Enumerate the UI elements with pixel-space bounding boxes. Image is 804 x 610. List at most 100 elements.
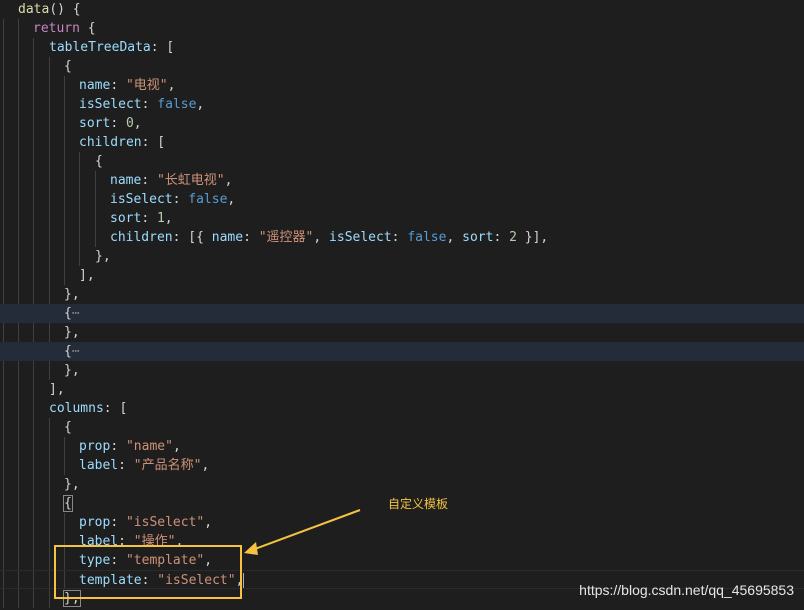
token: "isSelect" bbox=[125, 515, 205, 530]
code-line: prop: "isSelect", bbox=[0, 513, 804, 532]
token: { bbox=[64, 306, 72, 321]
token: }, bbox=[95, 249, 111, 264]
code-text: columns: [ bbox=[49, 399, 127, 418]
token: : bbox=[391, 230, 408, 245]
token: : bbox=[118, 458, 134, 473]
code-line: prop: "name", bbox=[0, 437, 804, 456]
code-line: }, bbox=[0, 323, 804, 342]
token: name bbox=[211, 230, 244, 245]
code-line: { bbox=[0, 418, 804, 437]
code-text: }, bbox=[64, 323, 80, 342]
code-text: isSelect: false, bbox=[110, 190, 235, 209]
code-text: { bbox=[64, 418, 72, 437]
token: , bbox=[227, 192, 236, 207]
token: prop bbox=[79, 439, 111, 454]
code-line: sort: 0, bbox=[0, 114, 804, 133]
token: isSelect bbox=[329, 230, 392, 245]
code-text: { bbox=[95, 152, 103, 171]
token: sort bbox=[110, 211, 142, 226]
token: false bbox=[188, 192, 228, 207]
code-line: }, bbox=[0, 361, 804, 380]
token: false bbox=[157, 97, 197, 112]
token: { bbox=[95, 154, 103, 169]
code-line: ], bbox=[0, 380, 804, 399]
code-line: return { bbox=[0, 19, 804, 38]
code-text: sort: 0, bbox=[79, 114, 142, 133]
token: children bbox=[110, 230, 173, 245]
code-text: name: "电视", bbox=[79, 76, 175, 95]
token: : bbox=[243, 230, 259, 245]
code-line: children: [{ name: "遥控器", isSelect: fals… bbox=[0, 228, 804, 247]
token: : [ bbox=[141, 135, 166, 150]
code-line: ], bbox=[0, 266, 804, 285]
code-text: name: "长虹电视", bbox=[110, 171, 232, 190]
token: ⋯ bbox=[71, 306, 80, 321]
token: sort bbox=[462, 230, 494, 245]
token: "遥控器" bbox=[258, 230, 314, 245]
token: : bbox=[493, 230, 510, 245]
token: { bbox=[64, 420, 72, 435]
token: , bbox=[164, 211, 173, 226]
token: sort bbox=[79, 116, 111, 131]
code-text: prop: "isSelect", bbox=[79, 513, 212, 532]
code-text: ], bbox=[49, 380, 65, 399]
code-text: }, bbox=[64, 361, 80, 380]
code-text: label: "产品名称", bbox=[79, 456, 209, 475]
token: , bbox=[224, 173, 233, 188]
code-line: tableTreeData: [ bbox=[0, 38, 804, 57]
annotation-label: 自定义模板 bbox=[388, 497, 449, 511]
code-text: }, bbox=[95, 247, 111, 266]
token: , bbox=[446, 230, 463, 245]
code-line: { bbox=[0, 152, 804, 171]
code-line: {⋯ bbox=[0, 342, 804, 361]
token: { bbox=[79, 21, 96, 36]
code-text: {⋯ bbox=[64, 304, 80, 323]
code-line: }, bbox=[0, 247, 804, 266]
token: : bbox=[141, 211, 157, 226]
code-editor[interactable]: data() {return {tableTreeData: [{name: "… bbox=[0, 0, 804, 610]
token: 0 bbox=[125, 116, 134, 131]
code-text: sort: 1, bbox=[110, 209, 173, 228]
token: { bbox=[64, 344, 72, 359]
token: , bbox=[204, 515, 213, 530]
code-line: {⋯ bbox=[0, 304, 804, 323]
token: , bbox=[167, 78, 176, 93]
code-line: name: "电视", bbox=[0, 76, 804, 95]
watermark-url: https://blog.csdn.net/qq_45695853 bbox=[579, 582, 794, 598]
token: , bbox=[313, 230, 330, 245]
text-cursor bbox=[243, 573, 245, 588]
code-text: prop: "name", bbox=[79, 437, 181, 456]
token: columns bbox=[49, 401, 104, 416]
token: name bbox=[110, 173, 142, 188]
token: : bbox=[141, 97, 158, 112]
token: return bbox=[33, 21, 80, 36]
token: }, bbox=[64, 287, 80, 302]
code-line: isSelect: false, bbox=[0, 190, 804, 209]
token: 2 bbox=[509, 230, 517, 245]
token: : bbox=[110, 116, 126, 131]
token: () { bbox=[49, 2, 81, 17]
highlight-box bbox=[54, 545, 242, 599]
token: , bbox=[201, 458, 210, 473]
code-text: { bbox=[63, 494, 73, 513]
token: : [ bbox=[150, 40, 175, 55]
token: "长虹电视" bbox=[156, 173, 225, 188]
token: "产品名称" bbox=[133, 458, 202, 473]
token: tableTreeData bbox=[49, 40, 151, 55]
token: }], bbox=[516, 230, 549, 245]
code-text: children: [ bbox=[79, 133, 165, 152]
token: : bbox=[110, 515, 126, 530]
code-text: }, bbox=[64, 285, 80, 304]
code-line: children: [ bbox=[0, 133, 804, 152]
code-text: data() { bbox=[18, 0, 81, 19]
code-line: isSelect: false, bbox=[0, 95, 804, 114]
token: "name" bbox=[125, 439, 173, 454]
code-text: { bbox=[64, 57, 72, 76]
code-line: data() { bbox=[0, 0, 804, 19]
code-text: ], bbox=[79, 266, 95, 285]
code-line: }, bbox=[0, 285, 804, 304]
code-text: children: [{ name: "遥控器", isSelect: fals… bbox=[110, 228, 548, 247]
code-line: { bbox=[0, 57, 804, 76]
token: data bbox=[18, 2, 50, 17]
token: : bbox=[110, 78, 126, 93]
